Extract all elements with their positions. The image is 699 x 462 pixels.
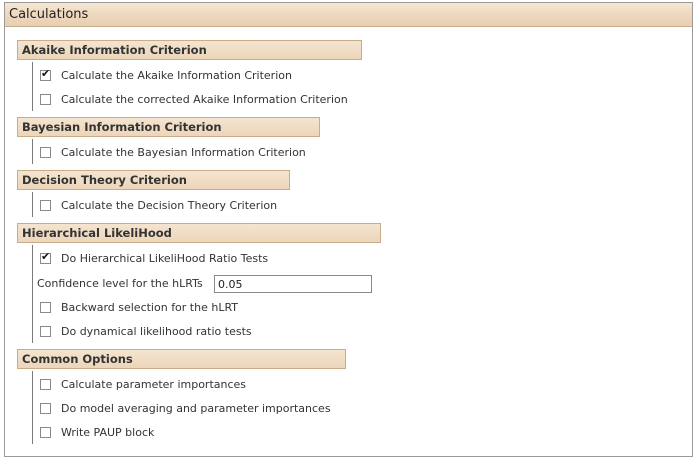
aicc-option-row[interactable]: Calculate the corrected Akaike Informati…: [40, 91, 348, 107]
confidence-row: Confidence level for the hLRTs: [37, 275, 203, 291]
section-divider-dt: [32, 192, 33, 217]
section-header-hlrt: Hierarchical LikeliHood: [17, 223, 381, 243]
backward-checkbox[interactable]: [40, 301, 51, 313]
dt-label: Calculate the Decision Theory Criterion: [61, 198, 278, 212]
backward-option-row[interactable]: Backward selection for the hLRT: [40, 299, 238, 315]
dynamical-option-row[interactable]: Do dynamical likelihood ratio tests: [40, 323, 252, 339]
averaging-option-row[interactable]: Do model averaging and parameter importa…: [40, 400, 331, 416]
aicc-checkbox[interactable]: [40, 93, 51, 105]
hlrt-checkbox[interactable]: ✔: [40, 249, 51, 264]
dt-option-row[interactable]: Calculate the Decision Theory Criterion: [40, 197, 277, 213]
check-icon: ✔: [41, 66, 51, 80]
backward-label: Backward selection for the hLRT: [61, 300, 239, 314]
section-title-dt: Decision Theory Criterion: [22, 173, 187, 187]
aic-label: Calculate the Akaike Information Criteri…: [61, 68, 292, 82]
averaging-label: Do model averaging and parameter importa…: [61, 401, 331, 415]
paup-checkbox[interactable]: [40, 426, 51, 438]
bic-label: Calculate the Bayesian Information Crite…: [61, 145, 306, 159]
hlrt-option-row[interactable]: ✔ Do Hierarchical LikeliHood Ratio Tests: [40, 250, 268, 266]
paup-option-row[interactable]: Write PAUP block: [40, 424, 154, 440]
section-divider-common: [32, 371, 33, 444]
section-divider-bic: [32, 139, 33, 164]
check-icon: ✔: [41, 249, 51, 263]
section-title-common: Common Options: [22, 352, 133, 366]
section-divider-aic: [32, 62, 33, 111]
aic-option-row[interactable]: ✔ Calculate the Akaike Information Crite…: [40, 67, 292, 83]
confidence-input[interactable]: [214, 275, 372, 293]
dynamical-checkbox[interactable]: [40, 325, 51, 337]
importances-option-row[interactable]: Calculate parameter importances: [40, 376, 246, 392]
section-divider-hlrt: [32, 245, 33, 343]
confidence-label: Confidence level for the hLRTs: [37, 276, 203, 290]
aicc-label: Calculate the corrected Akaike Informati…: [61, 92, 348, 106]
section-title-hlrt: Hierarchical LikeliHood: [22, 226, 172, 240]
aic-checkbox[interactable]: ✔: [40, 66, 51, 81]
section-header-common: Common Options: [17, 349, 346, 369]
dt-checkbox[interactable]: [40, 199, 51, 211]
panel-header: Calculations: [5, 3, 692, 27]
paup-label: Write PAUP block: [61, 425, 155, 439]
importances-label: Calculate parameter importances: [61, 377, 247, 391]
panel-title: Calculations: [9, 7, 89, 22]
averaging-checkbox[interactable]: [40, 402, 51, 414]
bic-checkbox[interactable]: [40, 146, 51, 158]
hlrt-label: Do Hierarchical LikeliHood Ratio Tests: [61, 251, 269, 265]
bic-option-row[interactable]: Calculate the Bayesian Information Crite…: [40, 144, 306, 160]
section-title-aic: Akaike Information Criterion: [22, 43, 207, 57]
dynamical-label: Do dynamical likelihood ratio tests: [61, 324, 252, 338]
section-header-dt: Decision Theory Criterion: [17, 170, 290, 190]
section-header-aic: Akaike Information Criterion: [17, 40, 362, 60]
section-header-bic: Bayesian Information Criterion: [17, 117, 320, 137]
section-title-bic: Bayesian Information Criterion: [22, 120, 222, 134]
importances-checkbox[interactable]: [40, 378, 51, 390]
